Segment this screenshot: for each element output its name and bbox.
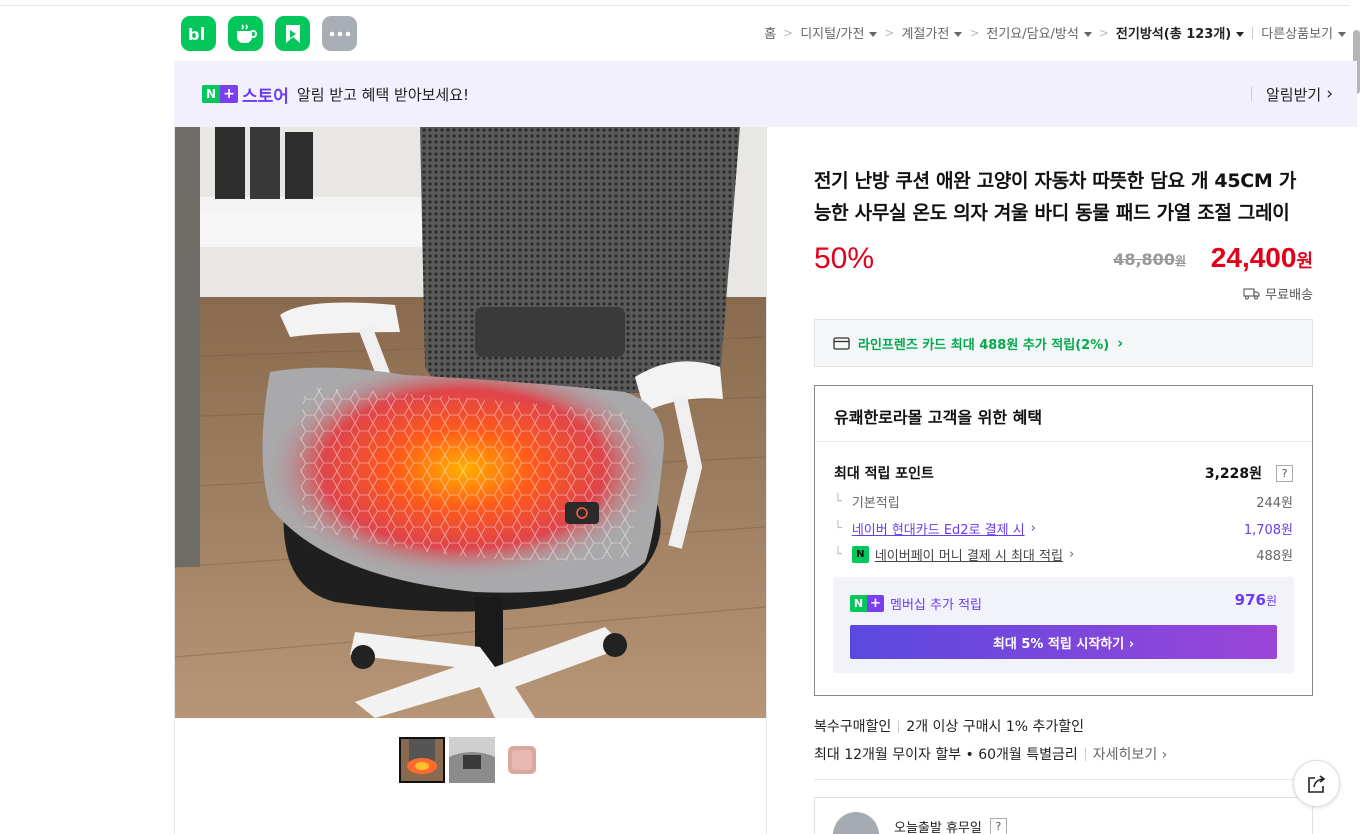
help-icon[interactable]: ? — [1276, 464, 1293, 482]
npay-money-link[interactable]: 네이버페이 머니 결제 시 최대 적립 — [875, 545, 1063, 564]
alarm-subscribe-button[interactable]: 알림받기 › — [1250, 84, 1333, 105]
tree-line-icon: └ — [834, 547, 842, 562]
banner-message: 알림 받고 혜택 받아보세요! — [296, 85, 470, 104]
thumbnail-1[interactable] — [399, 737, 445, 783]
installment-info: 최대 12개월 무이자 할부 • 60개월 특별금리 자세히보기 › — [814, 744, 1167, 764]
caret-down-icon — [1083, 32, 1092, 37]
sale-price: 24,400원 — [1210, 242, 1313, 273]
tree-line-icon: └ — [834, 494, 842, 509]
installment-text: 최대 12개월 무이자 할부 • 60개월 특별금리 — [814, 747, 1078, 763]
breadcrumb-home[interactable]: 홈 — [764, 23, 776, 42]
product-main-image[interactable] — [175, 127, 766, 718]
tree-line-icon: └ — [834, 521, 842, 536]
delivery-holiday-label: 오늘출발 휴무일 — [894, 821, 982, 834]
more-icon[interactable] — [322, 16, 357, 51]
breadcrumb-current[interactable]: 전기방석(총 123개) — [1116, 23, 1245, 42]
delivery-holiday: 오늘출발 휴무일 ? — [894, 817, 1007, 834]
section-divider — [814, 779, 1313, 780]
naver-plus-logo: N + — [850, 595, 884, 613]
caret-down-icon — [1338, 32, 1346, 37]
chevron-right-icon: › — [1068, 547, 1075, 562]
divider — [898, 719, 900, 733]
card-promo-link[interactable]: 라인프렌즈 카드 최대 488원 추가 적립(2%) › — [814, 319, 1313, 367]
breadcrumb-separator: > — [1098, 25, 1109, 40]
breadcrumb-item-seasonal[interactable]: 계절가전 — [901, 23, 963, 42]
original-price: 48,800원 — [1113, 250, 1186, 269]
breadcrumb-separator: > — [884, 25, 895, 40]
breadcrumb-item-blankets[interactable]: 전기요/담요/방석 — [986, 23, 1092, 42]
discount-rate: 50% — [814, 242, 875, 275]
benefit-box: 유쾌한로라몰 고객을 위한 혜택 최대 적립 포인트 3,228원? └ 기본적립… — [814, 385, 1313, 696]
membership-panel: N + 멤버십 추가 적립 976원 최대 5% 적립 시작하기 › — [833, 577, 1294, 673]
bookmark-icon[interactable] — [275, 16, 310, 51]
other-products-link[interactable]: 다른상품보기 — [1261, 23, 1346, 42]
hyundai-card-value: 1,708원 — [1243, 523, 1293, 538]
store-label: 스토어 — [242, 86, 289, 107]
breadcrumb: 홈 > 디지털/가전 > 계절가전 > 전기요/담요/방석 > 전기방석(총 1… — [764, 23, 1346, 42]
hyundai-card-row: └ 네이버 현대카드 Ed2로 결제 시 › 1,708원 — [834, 519, 1293, 538]
naver-pay-icon: N — [851, 546, 869, 563]
npay-money-row: └ N 네이버페이 머니 결제 시 최대 적립 › 488원 — [834, 545, 1293, 564]
shipping-label: 무료배송 — [1265, 288, 1313, 303]
basic-points-label: 기본적립 — [851, 496, 900, 511]
naver-n-icon: N — [202, 85, 220, 103]
thumbnail-list — [399, 737, 545, 783]
max-points-row: 최대 적립 포인트 3,228원? — [834, 463, 1293, 483]
credit-card-icon — [833, 336, 850, 350]
max-points-label: 최대 적립 포인트 — [834, 466, 934, 482]
multi-buy-label: 복수구매할인 — [814, 719, 892, 735]
help-icon[interactable]: ? — [989, 818, 1007, 834]
multi-buy-text: 2개 이상 구매시 1% 추가할인 — [906, 719, 1084, 735]
membership-label: 멤버십 추가 적립 — [890, 598, 982, 613]
breadcrumb-divider — [1252, 26, 1254, 39]
breadcrumb-separator: > — [969, 25, 980, 40]
npay-money-value: 488원 — [1256, 549, 1293, 564]
top-divider — [0, 5, 1350, 6]
membership-header: N + 멤버십 추가 적립 — [850, 594, 982, 613]
membership-start-button[interactable]: 최대 5% 적립 시작하기 › — [850, 625, 1277, 659]
blog-icon[interactable]: b — [181, 16, 216, 51]
caret-down-icon — [1236, 32, 1245, 37]
share-icon — [1307, 774, 1325, 793]
basic-points-value: 244원 — [1256, 496, 1293, 511]
divider — [1084, 747, 1086, 761]
chevron-right-icon: › — [1117, 334, 1124, 352]
product-title: 전기 난방 쿠션 애완 고양이 자동차 따뜻한 담요 개 45CM 가능한 사무… — [814, 170, 1297, 224]
caret-down-icon — [954, 32, 963, 37]
naver-n-icon: N — [850, 595, 867, 612]
max-points-value: 3,228원 — [1204, 466, 1262, 482]
plus-icon: + — [867, 595, 884, 612]
delivery-calendar-icon — [833, 812, 879, 834]
benefit-title: 유쾌한로라몰 고객을 위한 혜택 — [815, 386, 1312, 442]
svg-text:b: b — [188, 25, 199, 44]
card-promo-text: 라인프렌즈 카드 최대 488원 추가 적립(2%) — [858, 337, 1110, 353]
plus-icon: + — [220, 85, 238, 103]
alarm-label: 알림받기 — [1265, 85, 1322, 104]
caret-down-icon — [869, 32, 878, 37]
share-button[interactable] — [1293, 760, 1340, 807]
hyundai-card-link[interactable]: 네이버 현대카드 Ed2로 결제 시 — [852, 519, 1025, 538]
multi-buy-discount: 복수구매할인 2개 이상 구매시 1% 추가할인 — [814, 716, 1084, 736]
shipping-info: 무료배송 — [1243, 284, 1313, 303]
thumbnail-2[interactable] — [449, 737, 495, 783]
chevron-right-icon: › — [1030, 521, 1036, 536]
store-alarm-banner: N + 스토어 알림 받고 혜택 받아보세요! 알림받기 › — [174, 61, 1357, 127]
basic-points-row: └ 기본적립 244원 — [834, 492, 1293, 511]
naver-plus-logo: N + — [202, 85, 238, 103]
divider — [1250, 87, 1252, 101]
thumbnail-3[interactable] — [499, 737, 545, 783]
delivery-box: 오늘출발 휴무일 ? — [814, 797, 1313, 834]
truck-icon — [1243, 288, 1260, 300]
membership-value: 976원 — [1234, 591, 1277, 609]
breadcrumb-item-digital[interactable]: 디지털/가전 — [800, 23, 878, 42]
app-icon-bar: b — [181, 16, 357, 51]
cafe-icon[interactable] — [228, 16, 263, 51]
chevron-right-icon: › — [1326, 84, 1333, 104]
breadcrumb-separator: > — [783, 25, 794, 40]
installment-more-link[interactable]: 자세히보기 › — [1093, 744, 1167, 764]
